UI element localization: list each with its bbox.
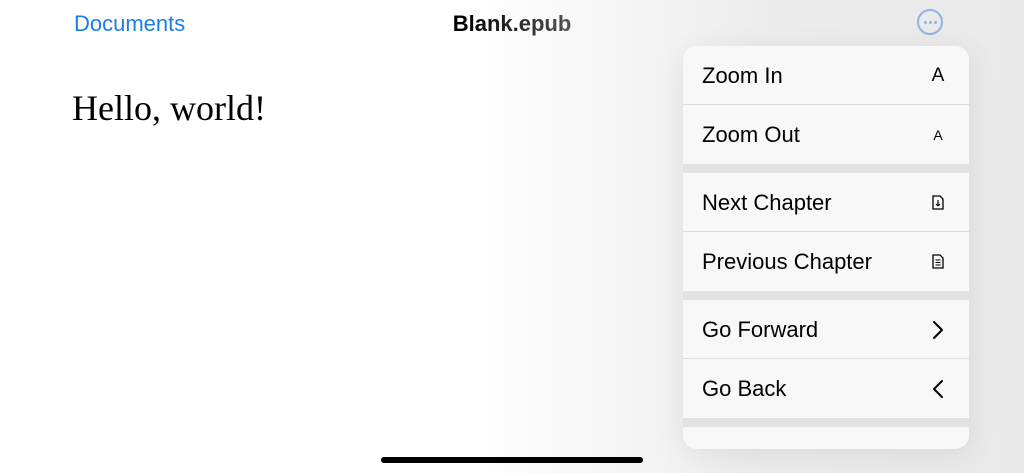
next-chapter-doc-icon <box>926 195 950 210</box>
menu-item-go-back[interactable]: Go Back <box>683 359 969 418</box>
previous-chapter-doc-icon <box>926 254 950 269</box>
menu-group-separator <box>683 164 969 173</box>
menu-item-label: Go Back <box>702 375 787 401</box>
zoom-in-icon: A <box>926 65 950 87</box>
menu-item-previous-chapter[interactable]: Previous Chapter <box>683 232 969 291</box>
menu-item-label: Go Forward <box>702 316 819 342</box>
ellipsis-dot <box>934 21 937 24</box>
menu-item-label: Previous Chapter <box>702 248 872 274</box>
menu-item-zoom-out[interactable]: Zoom Out A <box>683 105 969 164</box>
zoom-in-letter: A <box>931 64 945 86</box>
menu-item-next-chapter[interactable]: Next Chapter <box>683 173 969 232</box>
ellipsis-dot <box>929 21 932 24</box>
menu-item-zoom-in[interactable]: Zoom In A <box>683 46 969 105</box>
menu-item-label: Zoom In <box>702 62 783 88</box>
zoom-out-letter: A <box>933 126 943 143</box>
menu-item-partial[interactable] <box>683 427 969 449</box>
context-menu: Zoom In A Zoom Out A Next Chapter Previo… <box>683 46 969 449</box>
more-options-button[interactable] <box>917 9 943 35</box>
reader-screen: Documents Blank.epub Hello, world! Zoom … <box>0 0 1024 473</box>
chevron-right-icon <box>926 320 950 340</box>
chevron-left-icon <box>926 379 950 399</box>
menu-item-go-forward[interactable]: Go Forward <box>683 300 969 359</box>
document-content-text: Hello, world! <box>72 88 266 128</box>
zoom-out-icon: A <box>926 127 950 143</box>
page-title: Blank.epub <box>452 11 572 36</box>
menu-group-separator <box>683 291 969 300</box>
menu-item-label: Next Chapter <box>702 189 832 215</box>
documents-back-button[interactable]: Documents <box>74 10 185 38</box>
menu-item-label: Zoom Out <box>702 121 800 147</box>
ellipsis-dot <box>924 21 927 24</box>
home-indicator[interactable] <box>381 457 643 463</box>
menu-group-separator <box>683 418 969 427</box>
